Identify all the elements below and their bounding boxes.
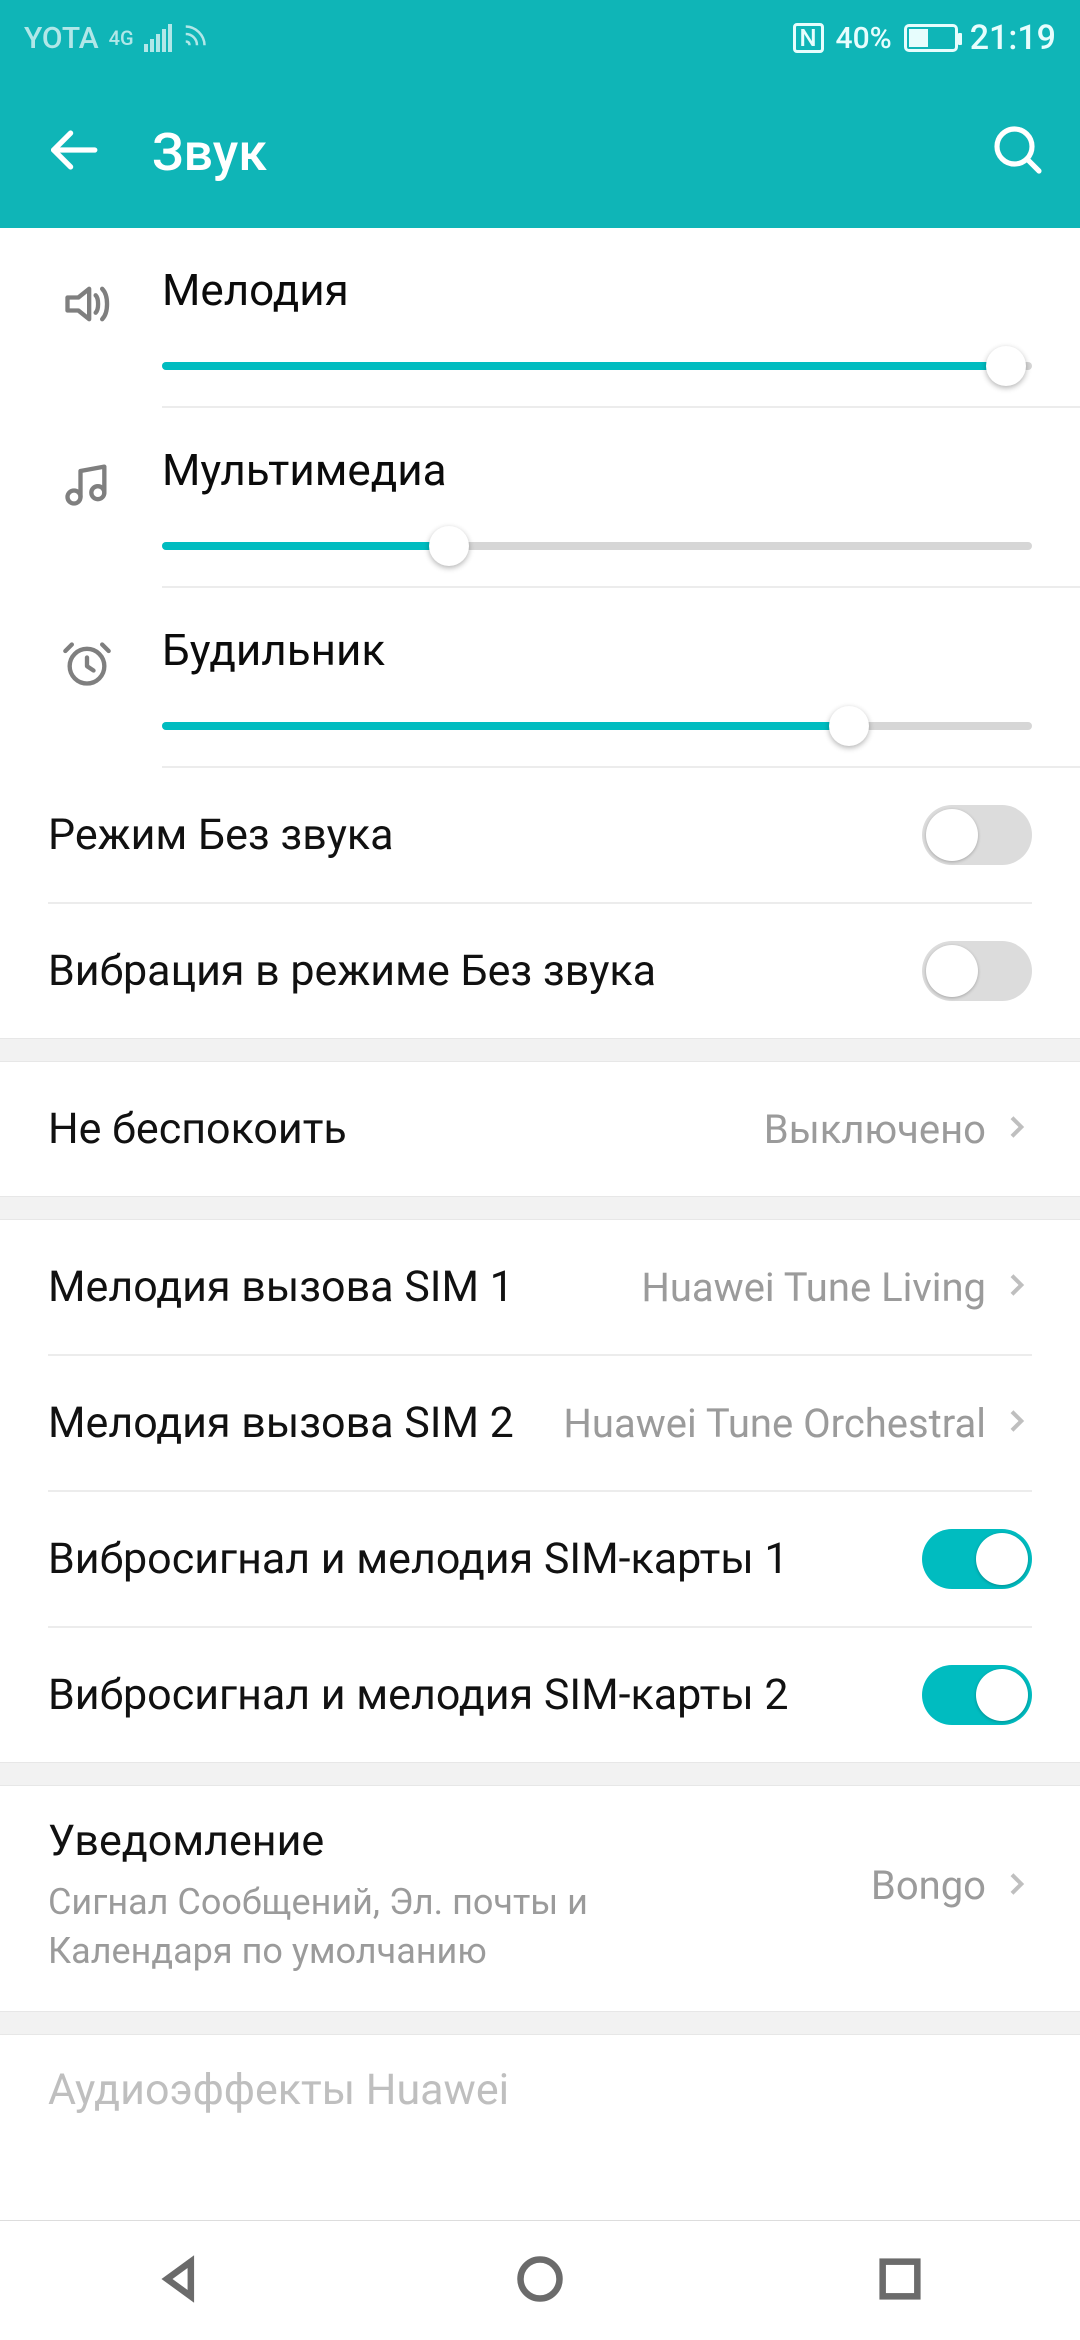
vibrate-sim1-toggle[interactable]: [922, 1529, 1032, 1589]
chevron-right-icon: [1000, 1868, 1032, 1904]
ringtone-slider[interactable]: [162, 362, 1032, 370]
notification-label: Уведомление: [48, 1816, 871, 1866]
alarm-volume-row: Будильник: [0, 588, 1080, 766]
notification-value: Bongo: [871, 1862, 986, 1909]
nfc-icon: N: [793, 23, 824, 53]
navigation-bar: [0, 2220, 1080, 2340]
status-bar: YOTA 4G N 40% 21:19: [0, 0, 1080, 76]
sim1-ringtone-label: Мелодия вызова SIM 1: [48, 1262, 641, 1312]
alarm-icon: [48, 624, 126, 730]
dnd-label: Не беспокоить: [48, 1104, 764, 1154]
ringtone-icon: [48, 264, 126, 370]
nav-recent-icon[interactable]: [874, 2253, 926, 2309]
nav-home-icon[interactable]: [514, 2253, 566, 2309]
audio-effects-label: Аудиоэффекты Huawei: [48, 2065, 509, 2115]
battery-pct: 40%: [836, 21, 892, 56]
chevron-right-icon: [1000, 1405, 1032, 1441]
vibrate-sim2-row[interactable]: Вибросигнал и мелодия SIM-карты 2: [0, 1628, 1080, 1762]
page-title: Звук: [152, 122, 267, 183]
dnd-row[interactable]: Не беспокоить Выключено: [0, 1062, 1080, 1196]
ringtone-label: Мелодия: [162, 264, 1032, 316]
vibrate-sim1-row[interactable]: Вибросигнал и мелодия SIM-карты 1: [0, 1492, 1080, 1626]
silent-mode-row[interactable]: Режим Без звука: [0, 768, 1080, 902]
vibrate-silent-label: Вибрация в режиме Без звука: [48, 946, 922, 996]
media-label: Мультимедиа: [162, 444, 1032, 496]
vibrate-sim2-label: Вибросигнал и мелодия SIM-карты 2: [48, 1670, 922, 1720]
sim2-ringtone-label: Мелодия вызова SIM 2: [48, 1398, 563, 1448]
media-slider[interactable]: [162, 542, 1032, 550]
vibrate-sim2-toggle[interactable]: [922, 1665, 1032, 1725]
vibrate-silent-row[interactable]: Вибрация в режиме Без звука: [0, 904, 1080, 1038]
search-icon[interactable]: [990, 122, 1046, 182]
sim2-ringtone-value: Huawei Tune Orchestral: [563, 1400, 986, 1447]
carrier-label: YOTA: [24, 21, 99, 56]
silent-mode-toggle[interactable]: [922, 805, 1032, 865]
ringtone-volume-row: Мелодия: [0, 228, 1080, 406]
vibrate-silent-toggle[interactable]: [922, 941, 1032, 1001]
battery-icon: [904, 24, 958, 52]
sim2-ringtone-row[interactable]: Мелодия вызова SIM 2 Huawei Tune Orchest…: [0, 1356, 1080, 1490]
vibrate-sim1-label: Вибросигнал и мелодия SIM-карты 1: [48, 1534, 922, 1584]
sim1-ringtone-value: Huawei Tune Living: [641, 1264, 986, 1311]
sim1-ringtone-row[interactable]: Мелодия вызова SIM 1 Huawei Tune Living: [0, 1220, 1080, 1354]
alarm-slider[interactable]: [162, 722, 1032, 730]
dnd-value: Выключено: [764, 1106, 986, 1153]
clock: 21:19: [970, 18, 1056, 58]
notification-subtitle: Сигнал Сообщений, Эл. почты и Календаря …: [48, 1878, 608, 1975]
media-icon: [48, 444, 126, 550]
chevron-right-icon: [1000, 1269, 1032, 1305]
chevron-right-icon: [1000, 1111, 1032, 1147]
nav-back-icon[interactable]: [154, 2253, 206, 2309]
back-icon[interactable]: [44, 121, 102, 183]
wifi-stream-icon: [182, 19, 212, 57]
app-bar: Звук: [0, 76, 1080, 228]
silent-mode-label: Режим Без звука: [48, 810, 922, 860]
notification-row[interactable]: Уведомление Сигнал Сообщений, Эл. почты …: [0, 1786, 1080, 2011]
signal-icon: [144, 24, 172, 52]
alarm-label: Будильник: [162, 624, 1032, 676]
audio-effects-row[interactable]: Аудиоэффекты Huawei: [0, 2035, 1080, 2115]
media-volume-row: Мультимедиа: [0, 408, 1080, 586]
network-label: 4G: [109, 26, 134, 50]
